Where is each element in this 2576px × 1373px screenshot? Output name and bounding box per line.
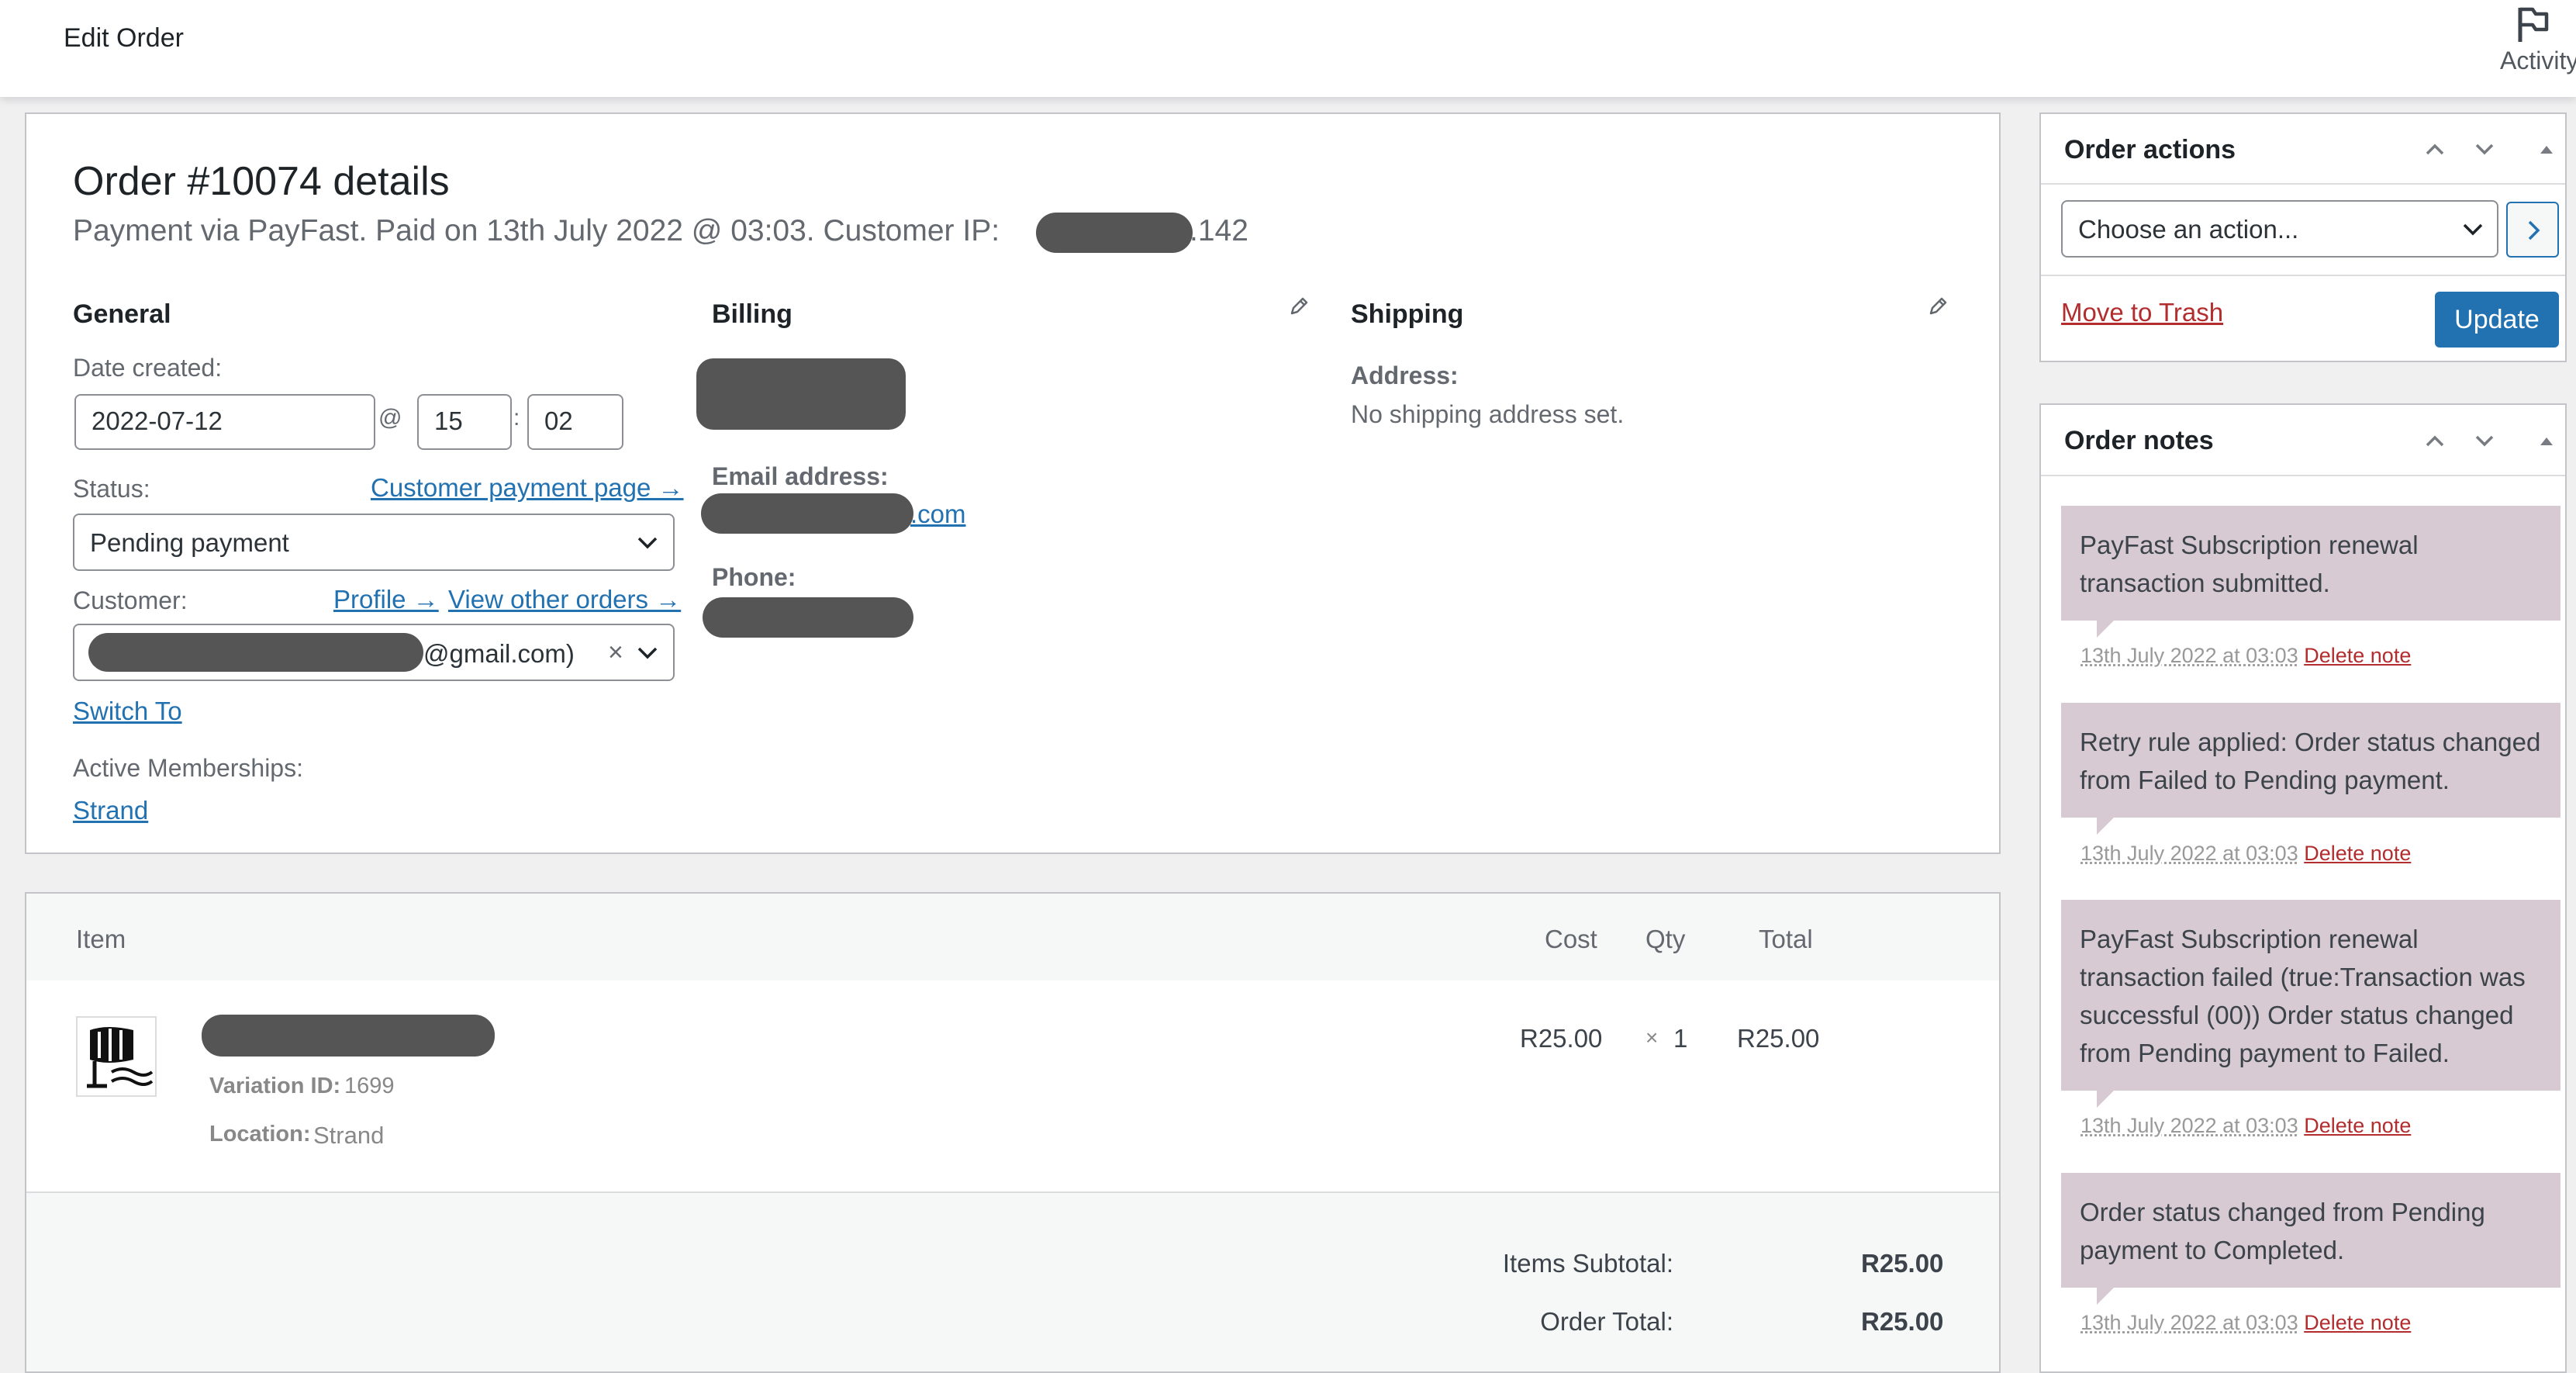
column-total: Total xyxy=(1759,925,1813,953)
minute-input[interactable]: 02 xyxy=(527,394,623,450)
redacted-customer-name xyxy=(88,633,423,672)
column-cost: Cost xyxy=(1545,925,1597,953)
note-date: 13th July 2022 at 03:03 xyxy=(2080,1114,2298,1137)
order-notes-divider xyxy=(2041,475,2565,476)
activity-label: Activity xyxy=(2500,47,2576,74)
column-qty: Qty xyxy=(1645,925,1686,953)
status-label: Status: xyxy=(73,475,150,503)
update-button[interactable]: Update xyxy=(2435,292,2559,348)
profile-link[interactable]: Profile → xyxy=(333,585,439,614)
item-qty: 1 xyxy=(1673,1024,1688,1053)
order-action-select[interactable]: Choose an action... xyxy=(2061,200,2498,258)
item-total: R25.00 xyxy=(1737,1024,1820,1053)
ip-suffix: .142 xyxy=(1190,214,1248,247)
order-notes-title: Order notes xyxy=(2064,426,2214,455)
colon-separator: : xyxy=(513,405,520,431)
order-action-value: Choose an action... xyxy=(2078,215,2299,244)
items-subtotal-label: Items Subtotal: xyxy=(1502,1249,1673,1278)
note-date: 13th July 2022 at 03:03 xyxy=(2080,1311,2298,1334)
top-bar: Edit Order Activity xyxy=(0,0,2576,97)
status-value: Pending payment xyxy=(90,528,289,557)
order-note: PayFast Subscription renewal transaction… xyxy=(2061,506,2560,638)
items-subtotal-value: R25.00 xyxy=(1861,1249,1944,1278)
status-select[interactable]: Pending payment xyxy=(73,514,675,571)
view-other-orders-link[interactable]: View other orders → xyxy=(448,585,681,614)
order-note: Order status changed from Pending paymen… xyxy=(2061,1173,2560,1305)
edit-shipping-pencil-icon[interactable] xyxy=(1926,295,1949,318)
page-title: Edit Order xyxy=(64,23,184,53)
column-item: Item xyxy=(76,925,126,953)
general-heading: General xyxy=(73,299,171,329)
note-meta: 13th July 2022 at 03:03 Delete note xyxy=(2080,644,2411,668)
note-date: 13th July 2022 at 03:03 xyxy=(2080,842,2298,865)
customer-payment-page-link[interactable]: Customer payment page → xyxy=(371,473,684,503)
chevron-up-icon[interactable] xyxy=(2421,427,2449,455)
note-meta: 13th July 2022 at 03:03 Delete note xyxy=(2080,1114,2411,1138)
chevron-down-icon[interactable] xyxy=(2471,427,2498,455)
flag-icon xyxy=(2518,7,2549,42)
move-to-trash-link[interactable]: Move to Trash xyxy=(2061,298,2223,327)
order-total-value: R25.00 xyxy=(1861,1307,1944,1336)
collapse-triangle-icon[interactable] xyxy=(2533,135,2560,163)
hour-input[interactable]: 15 xyxy=(417,394,512,450)
location-label: Location: xyxy=(209,1122,311,1146)
shipping-address-value: No shipping address set. xyxy=(1351,400,1625,428)
payment-info: Payment via PayFast. Paid on 13th July 2… xyxy=(73,214,1000,247)
chevron-down-icon xyxy=(637,647,658,659)
at-separator: @ xyxy=(378,405,402,431)
billing-email-label: Email address: xyxy=(712,462,889,490)
note-meta: 13th July 2022 at 03:03 Delete note xyxy=(2080,1311,2411,1335)
activity-button[interactable]: Activity xyxy=(2500,0,2576,97)
collapse-triangle-icon[interactable] xyxy=(2533,427,2560,455)
chevron-right-icon xyxy=(2528,220,2540,240)
item-qty-prefix: × xyxy=(1645,1025,1659,1050)
order-note: PayFast Subscription renewal transaction… xyxy=(2061,900,2560,1108)
order-actions-footer xyxy=(2041,275,2565,276)
customer-email-suffix: @gmail.com) xyxy=(423,639,575,668)
redacted-billing-address xyxy=(696,358,906,430)
items-table-header xyxy=(26,894,1999,980)
order-actions-divider xyxy=(2041,183,2565,185)
billing-phone-label: Phone: xyxy=(712,563,796,591)
clear-customer-icon[interactable]: × xyxy=(608,638,623,668)
redacted-ip xyxy=(1036,213,1193,253)
date-created-input[interactable]: 2022-07-12 xyxy=(74,394,375,450)
item-cost: R25.00 xyxy=(1520,1024,1603,1053)
chevron-up-icon[interactable] xyxy=(2421,135,2449,163)
location-value: Strand xyxy=(313,1122,385,1149)
order-total-label: Order Total: xyxy=(1540,1307,1673,1336)
customer-label: Customer: xyxy=(73,586,188,614)
shipping-heading: Shipping xyxy=(1351,299,1464,329)
redacted-product-name xyxy=(202,1015,495,1057)
delete-note-link[interactable]: Delete note xyxy=(2304,1311,2411,1334)
apply-action-button[interactable] xyxy=(2506,202,2559,258)
delete-note-link[interactable]: Delete note xyxy=(2304,644,2411,667)
redacted-email xyxy=(701,493,913,534)
note-date: 13th July 2022 at 03:03 xyxy=(2080,644,2298,667)
note-meta: 13th July 2022 at 03:03 Delete note xyxy=(2080,842,2411,866)
redacted-phone xyxy=(703,597,913,638)
order-heading: Order #10074 details xyxy=(73,159,450,204)
shipping-address-label: Address: xyxy=(1351,361,1459,389)
edit-billing-pencil-icon[interactable] xyxy=(1287,295,1310,318)
switch-to-link[interactable]: Switch To xyxy=(73,697,182,726)
membership-link[interactable]: Strand xyxy=(73,796,148,825)
chevron-down-icon xyxy=(637,537,658,549)
variation-id-value: 1699 xyxy=(344,1074,395,1098)
variation-id-label: Variation ID: xyxy=(209,1074,341,1098)
order-actions-title: Order actions xyxy=(2064,135,2236,164)
chevron-down-icon xyxy=(2463,223,2483,236)
chevron-down-icon[interactable] xyxy=(2471,135,2498,163)
delete-note-link[interactable]: Delete note xyxy=(2304,1114,2411,1137)
delete-note-link[interactable]: Delete note xyxy=(2304,842,2411,865)
date-created-label: Date created: xyxy=(73,354,223,382)
product-thumbnail xyxy=(76,1016,157,1097)
billing-heading: Billing xyxy=(712,299,792,329)
active-memberships-label: Active Memberships: xyxy=(73,754,303,782)
order-note: Retry rule applied: Order status changed… xyxy=(2061,703,2560,835)
billing-email-link[interactable]: .com xyxy=(910,500,966,529)
